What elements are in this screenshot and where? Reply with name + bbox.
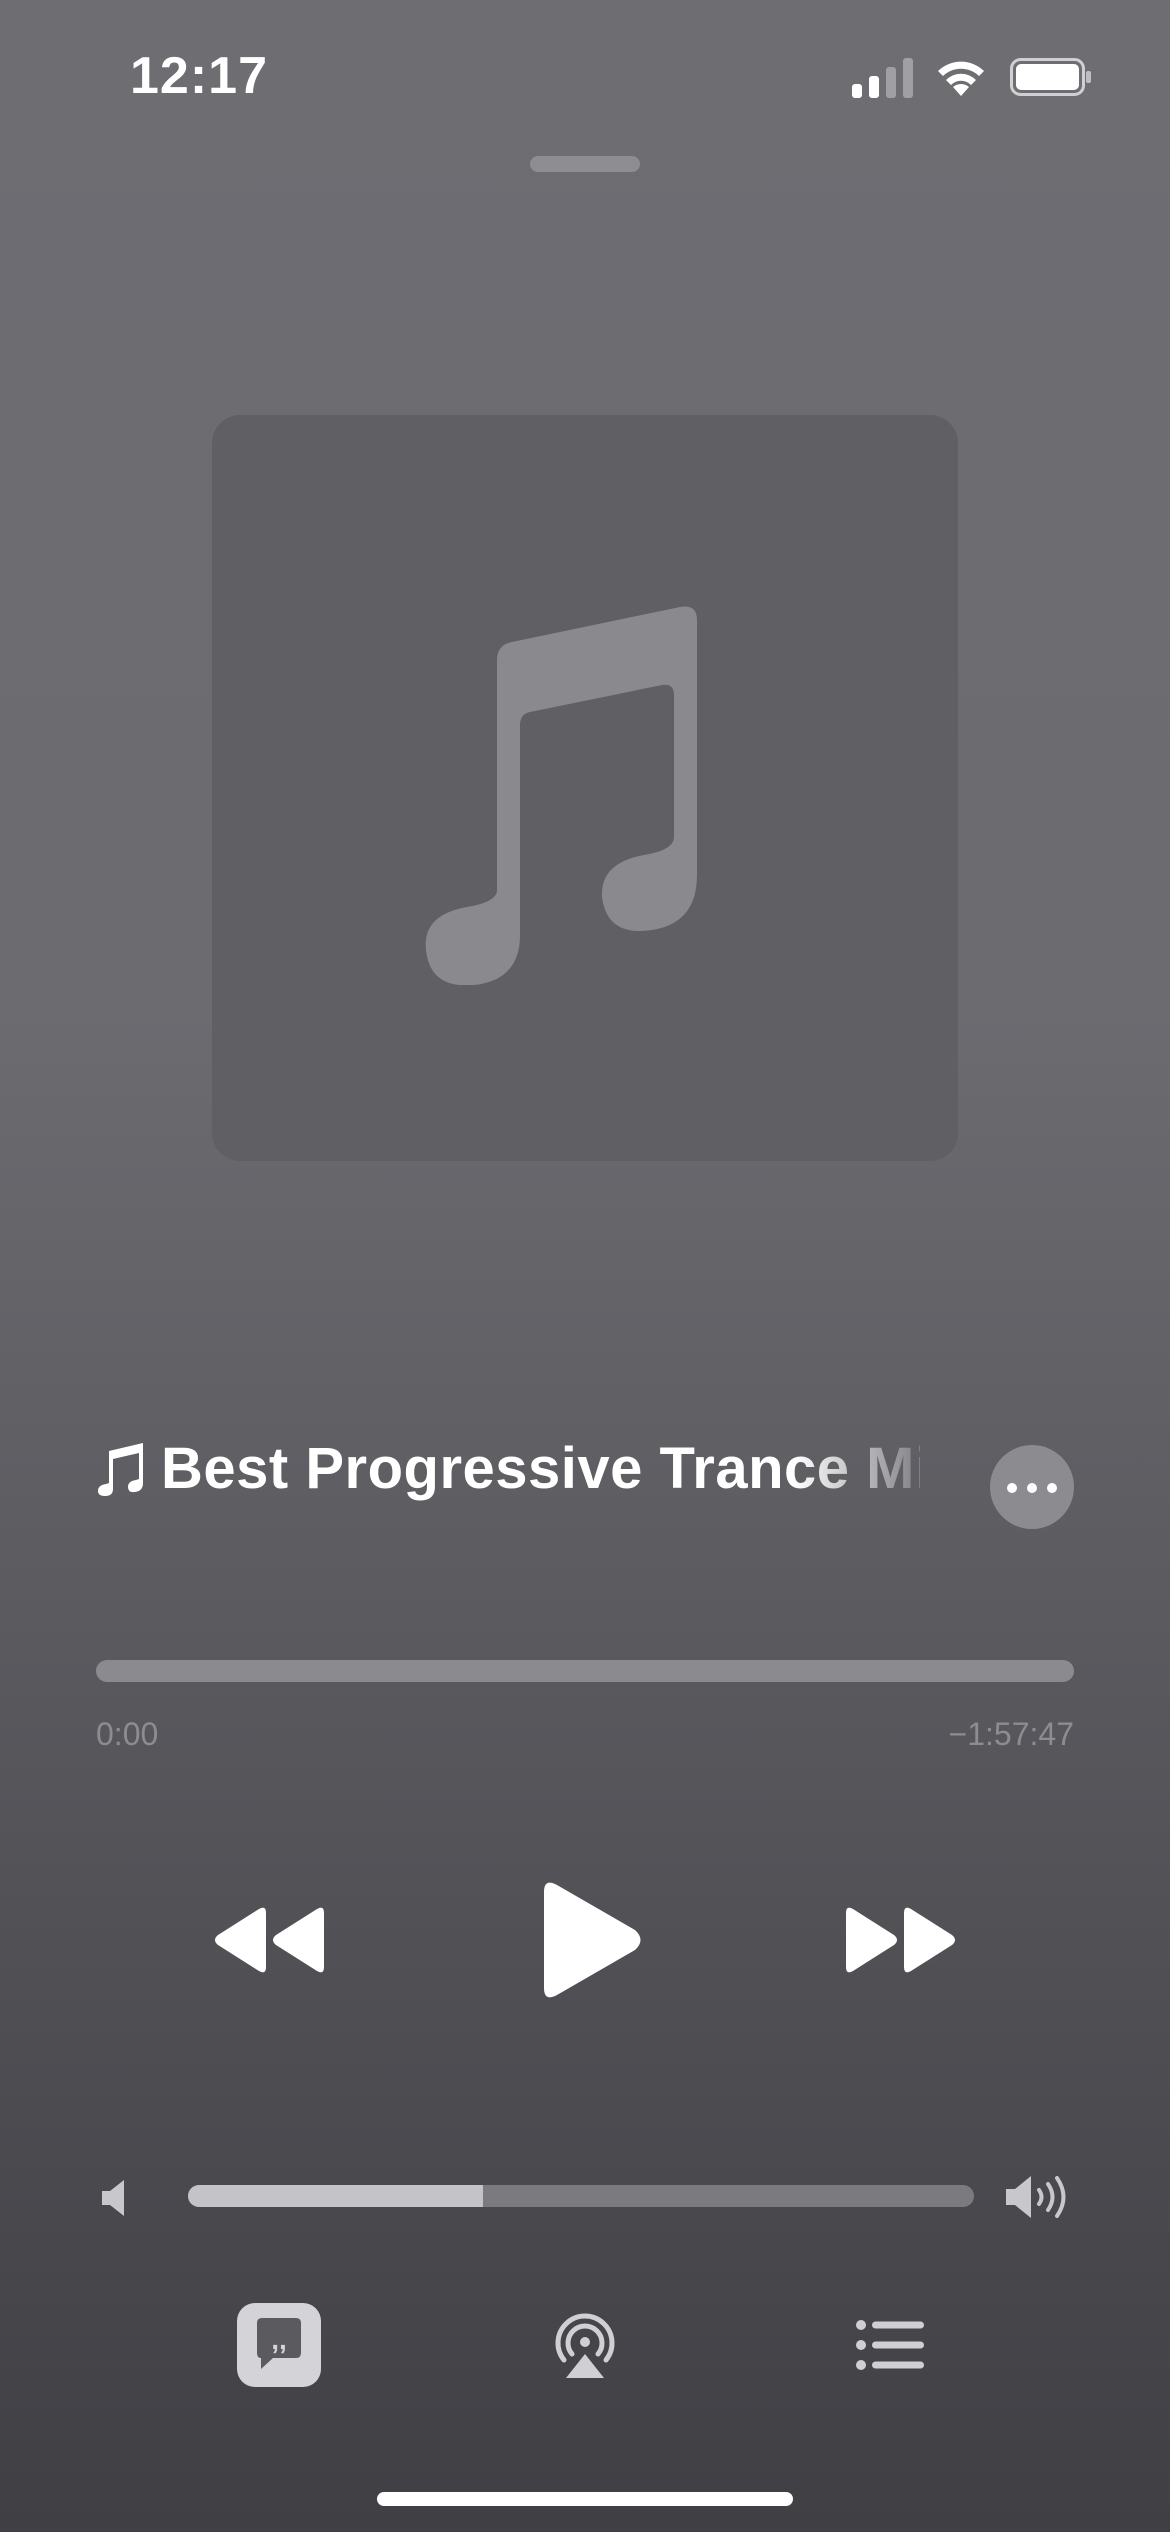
play-button[interactable]: [520, 1870, 660, 2010]
cellular-signal-icon: [852, 58, 913, 98]
speaker-high-icon: [1006, 2176, 1066, 2218]
rewind-button[interactable]: [196, 1875, 336, 2005]
home-indicator[interactable]: [377, 2492, 793, 2506]
album-artwork: [212, 415, 958, 1161]
rewind-icon: [215, 1907, 324, 1973]
music-note-icon: [98, 1442, 143, 1496]
play-icon: [544, 1882, 641, 1998]
music-note-icon: [425, 606, 697, 985]
airplay-icon: [555, 2313, 615, 2363]
lyrics-quote-icon: ,,: [257, 2318, 301, 2369]
volume-slider[interactable]: [188, 2185, 974, 2207]
airplay-button[interactable]: [550, 2310, 620, 2380]
queue-list-icon: [856, 2320, 924, 2370]
now-playing-title-row[interactable]: Best Progressive Trance Mi: [95, 1435, 920, 1525]
remaining-time: −1:57:47: [948, 1716, 1074, 1752]
more-options-button[interactable]: [990, 1445, 1074, 1529]
wifi-icon: [938, 61, 984, 96]
svg-text:,,: ,,: [271, 2324, 287, 2355]
battery-icon: [1010, 58, 1091, 96]
elapsed-time: 0:00: [96, 1716, 159, 1752]
queue-button[interactable]: [856, 2320, 924, 2370]
lyrics-button[interactable]: ,,: [237, 2303, 321, 2387]
fast-forward-button[interactable]: [834, 1875, 974, 2005]
status-time: 12:17: [130, 47, 268, 105]
sheet-grabber[interactable]: [530, 156, 640, 172]
playback-progress-slider[interactable]: [96, 1660, 1074, 1682]
volume-level-fill: [188, 2185, 483, 2207]
speaker-low-icon: [102, 2180, 124, 2216]
song-title: Best Progressive Trance Mi: [161, 1436, 920, 1501]
fast-forward-icon: [846, 1907, 955, 1973]
